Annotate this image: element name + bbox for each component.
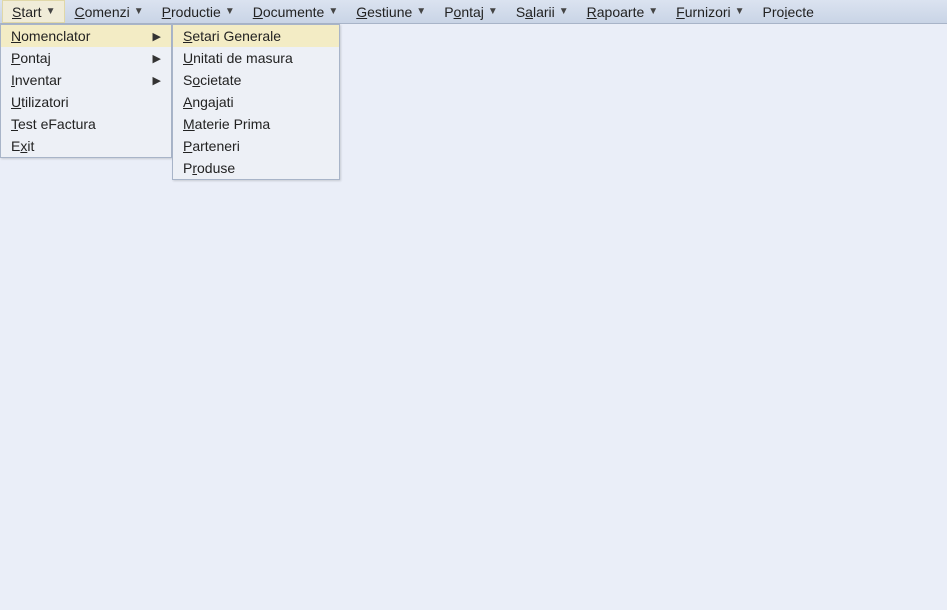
dropdown-item-utilizatori[interactable]: Utilizatori bbox=[1, 91, 171, 113]
chevron-down-icon: ▼ bbox=[648, 6, 658, 17]
menubar-item-start[interactable]: Start ▼ bbox=[2, 0, 65, 23]
dropdown-item-pontaj[interactable]: Pontaj ▶ bbox=[1, 47, 171, 69]
dropdown-label: Test eFactura bbox=[11, 116, 96, 132]
chevron-right-icon: ▶ bbox=[153, 30, 161, 43]
menubar-item-rapoarte[interactable]: Rapoarte▼ bbox=[578, 0, 668, 23]
menubar-label: Salarii bbox=[516, 4, 555, 20]
menubar-label: Documente bbox=[253, 4, 325, 20]
submenu-item-setari-generale[interactable]: Setari Generale bbox=[173, 25, 339, 47]
submenu-label: Produse bbox=[183, 160, 235, 176]
menubar-item-productie[interactable]: Productie ▼ bbox=[153, 0, 244, 23]
menubar: Start▼Comenzi▼Productie▼Documente▼Gestiu… bbox=[0, 0, 947, 24]
chevron-right-icon: ▶ bbox=[153, 74, 161, 87]
menubar-label: Pontaj bbox=[444, 4, 484, 20]
menubar-label: Start bbox=[12, 4, 42, 20]
menubar-label: Comenzi bbox=[74, 4, 129, 20]
dropdown-label: Utilizatori bbox=[11, 94, 69, 110]
chevron-down-icon: ▼ bbox=[488, 6, 498, 17]
menubar-item-documente[interactable]: Documente▼ bbox=[244, 0, 348, 23]
nomenclator-submenu: Setari Generale Unitati de masura Societat… bbox=[172, 24, 340, 180]
submenu-item-angajati[interactable]: Angajati bbox=[173, 91, 339, 113]
menubar-label: Rapoarte bbox=[587, 4, 645, 20]
submenu-label: Societate bbox=[183, 72, 241, 88]
submenu-label: Setari Generale bbox=[183, 28, 281, 44]
submenu-label: Parteneri bbox=[183, 138, 240, 154]
menubar-label: Productie bbox=[162, 4, 221, 20]
dropdown-item-test-efactura[interactable]: Test eFactura bbox=[1, 113, 171, 135]
submenu-item-parteneri[interactable]: Parteneri bbox=[173, 135, 339, 157]
menubar-item-furnizori[interactable]: Furnizori ▼ bbox=[667, 0, 753, 23]
menubar-item-gestiune[interactable]: Gestiune ▼ bbox=[347, 0, 435, 23]
menubar-label: Proiecte bbox=[763, 4, 814, 20]
menubar-item-comenzi[interactable]: Comenzi ▼ bbox=[65, 0, 152, 23]
dropdown-item-nomenclator[interactable]: Nomenclator ▶ bbox=[1, 25, 171, 47]
submenu-label: Angajati bbox=[183, 94, 234, 110]
submenu-item-societate[interactable]: Societate bbox=[173, 69, 339, 91]
chevron-down-icon: ▼ bbox=[134, 6, 144, 17]
menubar-label: Furnizori bbox=[676, 4, 730, 20]
chevron-right-icon: ▶ bbox=[153, 52, 161, 65]
menubar-item-salarii[interactable]: Salarii ▼ bbox=[507, 0, 578, 23]
menubar-item-proiecte[interactable]: Proiecte bbox=[754, 0, 823, 23]
dropdown-label: Exit bbox=[11, 138, 34, 154]
chevron-down-icon: ▼ bbox=[416, 6, 426, 17]
chevron-down-icon: ▼ bbox=[46, 6, 56, 17]
chevron-down-icon: ▼ bbox=[559, 6, 569, 17]
menubar-item-pontaj[interactable]: Pontaj ▼ bbox=[435, 0, 507, 23]
submenu-item-produse[interactable]: Produse bbox=[173, 157, 339, 179]
chevron-down-icon: ▼ bbox=[328, 6, 338, 17]
dropdown-label: Inventar bbox=[11, 72, 62, 88]
submenu-item-materie-prima[interactable]: Materie Prima bbox=[173, 113, 339, 135]
chevron-down-icon: ▼ bbox=[225, 6, 235, 17]
menubar-label: Gestiune bbox=[356, 4, 412, 20]
dropdown-label: Pontaj bbox=[11, 50, 51, 66]
start-dropdown: Nomenclator ▶ Pontaj ▶ Inventar ▶ Utilizatori T… bbox=[0, 24, 172, 158]
dropdown-item-exit[interactable]: Exit bbox=[1, 135, 171, 157]
chevron-down-icon: ▼ bbox=[735, 6, 745, 17]
submenu-item-unitati-de-masura[interactable]: Unitati de masura bbox=[173, 47, 339, 69]
dropdown-label: Nomenclator bbox=[11, 28, 90, 44]
submenu-label: Materie Prima bbox=[183, 116, 270, 132]
dropdown-item-inventar[interactable]: Inventar ▶ bbox=[1, 69, 171, 91]
submenu-label: Unitati de masura bbox=[183, 50, 293, 66]
